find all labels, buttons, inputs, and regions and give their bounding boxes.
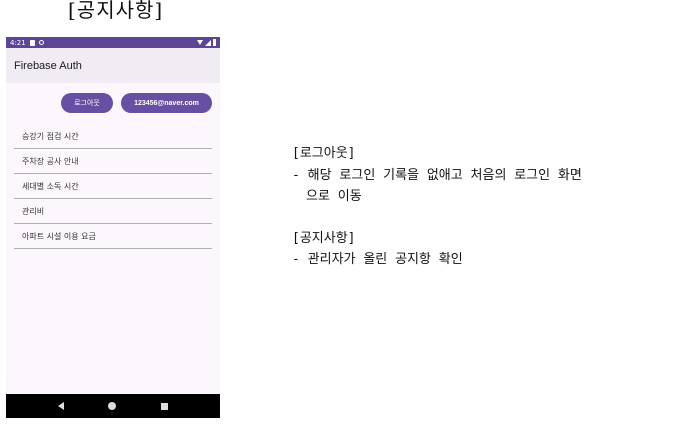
logout-section-title: [로그아웃] [292, 146, 356, 161]
back-icon[interactable] [58, 402, 65, 410]
list-item[interactable]: 아파트 시설 이용 요금 [14, 224, 212, 249]
home-icon[interactable] [108, 402, 117, 410]
signal-icon [205, 39, 211, 46]
notice-section-title: [공지사항] [292, 230, 356, 246]
navigation-bar [6, 394, 220, 418]
logout-button[interactable]: 로그아웃 [61, 93, 113, 113]
app-title: Firebase Auth [14, 59, 82, 72]
status-bar: 4:21 [6, 37, 220, 48]
page-title: [공지사항] [68, 0, 164, 22]
sync-icon [38, 40, 44, 45]
list-item[interactable]: 세대별 소독 시간 [14, 174, 212, 199]
list-item[interactable]: 승강기 점검 시간 [14, 124, 212, 149]
wifi-icon [197, 40, 203, 45]
user-email-button[interactable]: 123456@naver.com [121, 93, 212, 113]
phone-screen: 4:21 Firebase Auth 로그아웃 123456@naver.com… [6, 37, 220, 418]
logout-description-line: 으로 이동 [306, 189, 362, 204]
app-bar: Firebase Auth [6, 48, 220, 83]
list-item[interactable]: 주차장 공사 안내 [14, 149, 212, 174]
notice-description-line: - 관리자가 올린 공지항 확인 [292, 252, 463, 267]
status-time: 4:21 [10, 38, 26, 47]
logout-description-line: - 해당 로그인 기록을 없애고 처음의 로그인 화면 [292, 167, 582, 183]
recent-apps-icon[interactable] [160, 402, 168, 410]
sd-card-icon [29, 39, 35, 46]
list-item[interactable]: 관리비 [14, 199, 212, 224]
description-panel: [로그아웃] - 해당 로그인 기록을 없애고 처음의 로그인 화면 으로 이동… [292, 143, 582, 271]
action-row: 로그아웃 123456@naver.com [61, 93, 212, 113]
battery-icon [213, 39, 216, 46]
notice-list: 승강기 점검 시간 주차장 공사 안내 세대별 소독 시간 관리비 아파트 시설… [14, 124, 212, 249]
